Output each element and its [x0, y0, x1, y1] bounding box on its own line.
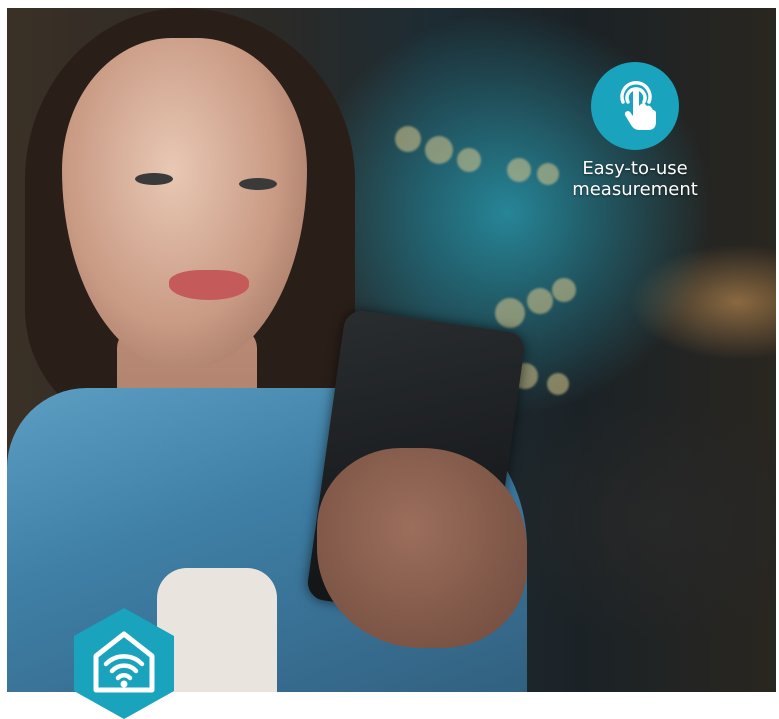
bokeh-light	[552, 278, 576, 302]
feature-easy-measurement: Easy-to-use measurement	[562, 62, 708, 200]
feature-label: Easy-to-use measurement	[562, 158, 708, 200]
bokeh-light	[395, 126, 421, 152]
bokeh-light	[527, 288, 553, 314]
left-eye	[135, 173, 173, 185]
feature-badge	[591, 62, 679, 150]
bokeh-light	[495, 298, 525, 328]
bokeh-light	[425, 136, 453, 164]
hand	[317, 448, 527, 648]
smart-home-hexagon-badge	[74, 608, 174, 719]
feature-label-line2: measurement	[572, 179, 698, 200]
feature-label-line1: Easy-to-use	[582, 158, 688, 179]
smile	[169, 270, 249, 300]
bokeh-light	[547, 373, 569, 395]
bokeh-light	[537, 163, 559, 185]
white-tshirt	[157, 568, 277, 692]
touch-hand-icon	[620, 81, 656, 130]
bokeh-light	[457, 148, 481, 172]
bokeh-light	[507, 158, 531, 182]
right-eye	[239, 178, 277, 190]
